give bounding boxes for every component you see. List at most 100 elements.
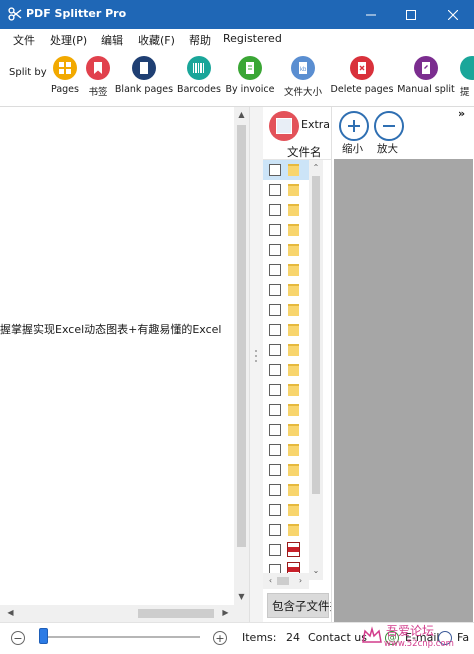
split-pages-button[interactable]: Pages bbox=[49, 54, 81, 102]
scroll-left-icon[interactable]: ◀ bbox=[3, 608, 18, 617]
file-checkbox[interactable] bbox=[269, 284, 281, 296]
include-subfolders-button[interactable]: 包含子文件夹 bbox=[267, 593, 331, 618]
file-row[interactable] bbox=[263, 420, 309, 440]
menu-favorites[interactable]: 收藏(F) bbox=[138, 32, 175, 48]
file-checkbox[interactable] bbox=[269, 244, 281, 256]
file-row[interactable] bbox=[263, 180, 309, 200]
close-button[interactable] bbox=[436, 0, 470, 29]
extract-label: Extra bbox=[301, 118, 331, 131]
file-checkbox[interactable] bbox=[269, 464, 281, 476]
extract-teal-button[interactable]: 提 bbox=[460, 54, 474, 102]
file-row[interactable] bbox=[263, 260, 309, 280]
file-checkbox[interactable] bbox=[269, 324, 281, 336]
pdf-file-icon bbox=[287, 542, 300, 557]
split-barcodes-button[interactable]: Barcodes bbox=[176, 54, 222, 102]
scroll-up-icon[interactable]: ▲ bbox=[234, 110, 249, 119]
zoom-in-button[interactable] bbox=[374, 111, 404, 141]
delete-pages-button[interactable]: Delete pages bbox=[331, 54, 393, 102]
menu-edit[interactable]: 编辑 bbox=[101, 32, 123, 48]
split-by-invoice-button[interactable]: By invoice bbox=[226, 54, 274, 102]
file-checkbox[interactable] bbox=[269, 424, 281, 436]
close-icon bbox=[448, 9, 458, 20]
file-row[interactable] bbox=[263, 300, 309, 320]
file-list-vertical-scrollbar[interactable]: ⌃ ⌄ bbox=[309, 160, 323, 580]
file-checkbox[interactable] bbox=[269, 384, 281, 396]
menu-help[interactable]: 帮助 bbox=[189, 32, 211, 48]
manual-split-button[interactable]: Manual split bbox=[397, 54, 455, 102]
file-row[interactable] bbox=[263, 240, 309, 260]
file-row[interactable] bbox=[263, 200, 309, 220]
file-row[interactable] bbox=[263, 280, 309, 300]
extract-button[interactable] bbox=[269, 111, 299, 141]
manual-split-icon bbox=[414, 56, 438, 80]
split-blank-pages-button[interactable]: Blank pages bbox=[115, 54, 173, 102]
file-checkbox[interactable] bbox=[269, 444, 281, 456]
file-row[interactable] bbox=[263, 380, 309, 400]
folder-icon bbox=[288, 284, 299, 296]
file-column-header[interactable]: 文件名 bbox=[263, 143, 331, 160]
pages-grid-icon bbox=[53, 56, 77, 80]
file-checkbox[interactable] bbox=[269, 524, 281, 536]
document-preview-pane: 握掌握实现Excel动态图表+有趣易懂的Excel ▲ ▼ ◀ ▶ bbox=[0, 107, 249, 622]
scissors-icon bbox=[8, 7, 22, 21]
preview-hscroll-thumb[interactable] bbox=[138, 609, 214, 618]
zoom-minus-icon[interactable]: − bbox=[11, 631, 25, 645]
file-checkbox[interactable] bbox=[269, 484, 281, 496]
file-size-icon: kb bbox=[291, 56, 315, 80]
split-bookmark-button[interactable]: 书签 bbox=[84, 54, 112, 102]
file-checkbox[interactable] bbox=[269, 164, 281, 176]
file-scroll-right-icon[interactable]: › bbox=[293, 576, 308, 585]
file-checkbox[interactable] bbox=[269, 264, 281, 276]
file-checkbox[interactable] bbox=[269, 504, 281, 516]
file-row[interactable] bbox=[263, 440, 309, 460]
zoom-slider-thumb[interactable] bbox=[39, 628, 48, 644]
file-row[interactable] bbox=[263, 220, 309, 240]
folder-icon bbox=[288, 464, 299, 476]
file-row[interactable] bbox=[263, 500, 309, 520]
file-checkbox[interactable] bbox=[269, 224, 281, 236]
minimize-button[interactable] bbox=[354, 0, 388, 29]
zoom-plus-icon[interactable]: + bbox=[213, 631, 227, 645]
preview-vscroll-thumb[interactable] bbox=[237, 125, 246, 547]
menu-file[interactable]: 文件 bbox=[13, 32, 35, 48]
pane-splitter[interactable] bbox=[249, 107, 263, 622]
file-checkbox[interactable] bbox=[269, 544, 281, 556]
file-row[interactable] bbox=[263, 340, 309, 360]
file-row[interactable] bbox=[263, 400, 309, 420]
file-list-horizontal-scrollbar[interactable]: ‹ › bbox=[263, 573, 309, 589]
menu-registered[interactable]: Registered bbox=[223, 32, 282, 45]
file-row[interactable] bbox=[263, 520, 309, 540]
file-scroll-left-icon[interactable]: ‹ bbox=[263, 576, 278, 585]
file-checkbox[interactable] bbox=[269, 304, 281, 316]
file-checkbox[interactable] bbox=[269, 364, 281, 376]
file-row[interactable] bbox=[263, 460, 309, 480]
scroll-right-icon[interactable]: ▶ bbox=[218, 608, 233, 617]
preview-vertical-scrollbar[interactable]: ▲ ▼ bbox=[234, 107, 249, 605]
split-file-size-button[interactable]: kb 文件大小 bbox=[279, 54, 327, 102]
plus-icon bbox=[348, 120, 360, 132]
bookmark-icon bbox=[86, 56, 110, 80]
contact-us-link[interactable]: Contact us bbox=[308, 631, 367, 644]
file-row[interactable] bbox=[263, 160, 309, 180]
maximize-button[interactable] bbox=[394, 0, 428, 29]
file-scroll-up-icon[interactable]: ⌃ bbox=[309, 163, 323, 172]
file-checkbox[interactable] bbox=[269, 344, 281, 356]
collapse-panel-icon[interactable]: » bbox=[458, 107, 465, 120]
file-vscroll-thumb[interactable] bbox=[312, 176, 320, 494]
file-checkbox[interactable] bbox=[269, 204, 281, 216]
file-checkbox[interactable] bbox=[269, 404, 281, 416]
watermark-cn: 吾爱论坛 bbox=[386, 624, 435, 638]
zoom-slider[interactable] bbox=[40, 636, 200, 638]
file-hscroll-thumb[interactable] bbox=[277, 577, 289, 585]
file-row[interactable] bbox=[263, 360, 309, 380]
menu-process[interactable]: 处理(P) bbox=[50, 32, 87, 48]
file-checkbox[interactable] bbox=[269, 184, 281, 196]
file-row[interactable] bbox=[263, 320, 309, 340]
file-scroll-down-icon[interactable]: ⌄ bbox=[309, 566, 323, 575]
blank-page-icon bbox=[132, 56, 156, 80]
file-row[interactable] bbox=[263, 540, 309, 560]
preview-horizontal-scrollbar[interactable]: ◀ ▶ bbox=[0, 605, 249, 622]
file-row[interactable] bbox=[263, 480, 309, 500]
zoom-out-button[interactable] bbox=[339, 111, 369, 141]
scroll-down-icon[interactable]: ▼ bbox=[234, 592, 249, 601]
